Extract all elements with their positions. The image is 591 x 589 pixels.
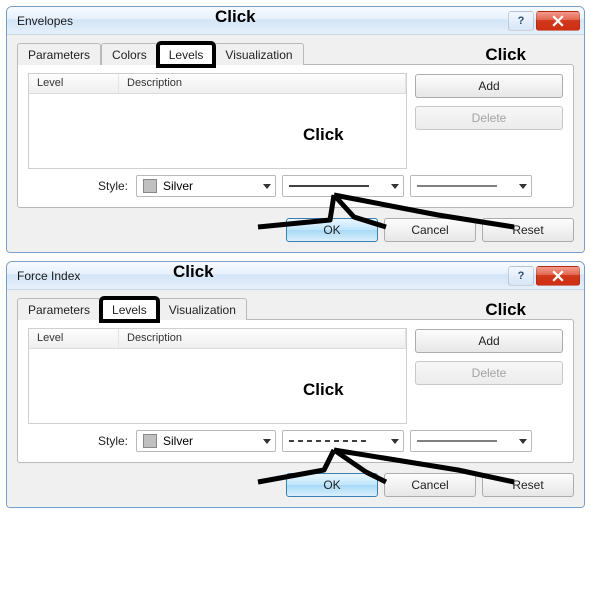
tab-parameters[interactable]: Parameters (17, 298, 101, 320)
tab-levels[interactable]: Levels (101, 298, 158, 321)
tab-visualization[interactable]: Visualization (158, 298, 247, 320)
reset-button[interactable]: Reset (482, 218, 574, 242)
linewidth-preview-icon (417, 437, 497, 445)
envelopes-dialog: Envelopes ? Click Click Click Parameters… (6, 6, 585, 253)
cancel-button[interactable]: Cancel (384, 473, 476, 497)
delete-button: Delete (415, 106, 563, 130)
tab-panel: Level Description Add Delete Style: Silv… (17, 319, 574, 463)
tab-levels[interactable]: Levels (158, 43, 215, 66)
style-label: Style: (98, 434, 128, 448)
column-description[interactable]: Description (119, 74, 406, 93)
color-swatch-icon (143, 179, 157, 193)
window-title: Force Index (17, 269, 506, 283)
linewidth-preview-icon (417, 182, 497, 190)
chevron-down-icon (263, 439, 271, 444)
linewidth-combo[interactable] (410, 430, 532, 452)
chevron-down-icon (263, 184, 271, 189)
chevron-down-icon (391, 184, 399, 189)
linestyle-preview-icon (289, 437, 369, 445)
dialog-footer: OK Cancel Reset (17, 473, 574, 497)
levels-list[interactable]: Level Description (28, 73, 407, 169)
add-button[interactable]: Add (415, 329, 563, 353)
dialog-footer: OK Cancel Reset (17, 218, 574, 242)
column-level[interactable]: Level (29, 329, 119, 348)
tab-strip: Parameters Levels Visualization (17, 296, 574, 320)
levels-list-header: Level Description (29, 329, 406, 349)
levels-list[interactable]: Level Description (28, 328, 407, 424)
tab-visualization[interactable]: Visualization (214, 43, 303, 65)
close-icon (552, 270, 564, 282)
color-name: Silver (163, 434, 263, 448)
ok-button[interactable]: OK (286, 218, 378, 242)
linestyle-combo[interactable] (282, 175, 404, 197)
chevron-down-icon (391, 439, 399, 444)
column-level[interactable]: Level (29, 74, 119, 93)
tab-panel: Level Description Add Delete Style: Silv… (17, 64, 574, 208)
color-name: Silver (163, 179, 263, 193)
cancel-button[interactable]: Cancel (384, 218, 476, 242)
titlebar[interactable]: Envelopes ? (7, 7, 584, 35)
color-combo[interactable]: Silver (136, 175, 276, 197)
linewidth-combo[interactable] (410, 175, 532, 197)
levels-list-header: Level Description (29, 74, 406, 94)
close-button[interactable] (536, 266, 580, 286)
close-icon (552, 15, 564, 27)
tab-strip: Parameters Colors Levels Visualization (17, 41, 574, 65)
window-title: Envelopes (17, 14, 506, 28)
chevron-down-icon (519, 439, 527, 444)
chevron-down-icon (519, 184, 527, 189)
linestyle-preview-icon (289, 182, 369, 190)
force-index-dialog: Force Index ? Click Click Click Paramete… (6, 261, 585, 508)
tab-colors[interactable]: Colors (101, 43, 158, 65)
linestyle-combo[interactable] (282, 430, 404, 452)
color-combo[interactable]: Silver (136, 430, 276, 452)
titlebar[interactable]: Force Index ? (7, 262, 584, 290)
reset-button[interactable]: Reset (482, 473, 574, 497)
style-label: Style: (98, 179, 128, 193)
delete-button: Delete (415, 361, 563, 385)
add-button[interactable]: Add (415, 74, 563, 98)
help-button[interactable]: ? (508, 266, 534, 286)
ok-button[interactable]: OK (286, 473, 378, 497)
color-swatch-icon (143, 434, 157, 448)
tab-parameters[interactable]: Parameters (17, 43, 101, 65)
column-description[interactable]: Description (119, 329, 406, 348)
help-button[interactable]: ? (508, 11, 534, 31)
close-button[interactable] (536, 11, 580, 31)
